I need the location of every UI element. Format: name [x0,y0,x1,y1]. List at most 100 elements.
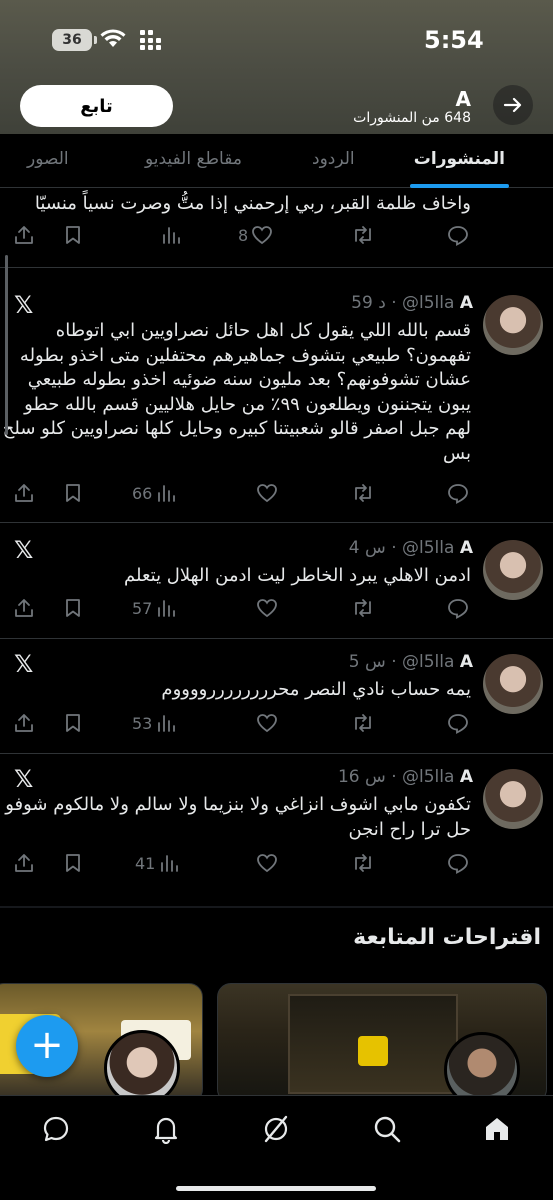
post-item[interactable]: 𝕏 4 س · @l5lla A ادمن الاهلي يبرد الخاطر… [0,524,553,639]
search-icon[interactable] [372,1114,402,1144]
post-handle[interactable]: @l5lla [402,293,454,313]
bookmark-icon [66,854,80,872]
share-button[interactable] [13,712,35,734]
avatar[interactable] [483,540,543,600]
follow-button[interactable]: تابع [20,85,173,127]
post-meta: 59 د · @l5lla A [351,293,473,313]
post-item[interactable]: 𝕏 16 س · @l5lla A تكفون مابي اشوف انزاغي… [0,755,553,890]
views-button[interactable]: 66 [132,482,177,504]
share-icon [15,599,33,617]
bookmark-button[interactable] [63,852,83,874]
share-button[interactable] [13,852,35,874]
tab-posts[interactable]: المنشورات [414,149,505,169]
suggestion-card[interactable] [217,983,547,1103]
post-feed: واخاف ظلمة القبر، ربي إرحمني إذا متُّ وص… [0,188,553,908]
reply-button[interactable] [447,482,469,504]
post-item[interactable]: 𝕏 59 د · @l5lla A قسم بالله اللي يقول كل… [0,269,553,523]
repost-button[interactable] [351,224,375,246]
views-icon [158,485,176,502]
like-button[interactable] [256,597,278,619]
battery-icon: 36 [52,29,92,51]
share-button[interactable] [13,224,35,246]
like-button[interactable] [256,852,278,874]
heart-icon [257,854,277,873]
bookmark-icon [66,714,80,732]
post-count: 648 من المنشورات [353,110,471,126]
arrow-right-icon [503,97,522,113]
avatar[interactable] [104,1030,180,1102]
battery-tip [94,36,97,44]
repost-button[interactable] [351,597,375,619]
post-handle[interactable]: @l5lla [402,767,454,787]
like-count: 8 [238,225,249,245]
messages-icon[interactable] [41,1114,71,1144]
like-button[interactable] [256,482,278,504]
views-button[interactable]: 41 [135,852,180,874]
bookmark-icon [66,484,80,502]
views-button[interactable] [160,224,182,246]
bookmark-button[interactable] [63,482,83,504]
bookmark-button[interactable] [63,712,83,734]
share-button[interactable] [13,482,35,504]
post-text: قسم بالله اللي يقول كل اهل حائل نصراويين… [2,320,471,464]
repost-button[interactable] [351,482,375,504]
home-icon[interactable] [482,1114,512,1144]
tab-replies[interactable]: الردود [312,149,355,169]
post-actions: 57 [0,597,553,625]
views-button[interactable]: 57 [132,597,177,619]
post-author[interactable]: A [460,538,473,558]
bookmark-icon [66,599,80,617]
post-time: 59 د [351,293,386,313]
post-author[interactable]: A [460,293,473,313]
post-item[interactable]: 𝕏 5 س · @l5lla A يمه حساب نادي النصر محر… [0,640,553,754]
avatar[interactable] [483,654,543,714]
reply-icon [448,854,468,874]
tab-photos[interactable]: الصور [27,149,69,169]
avatar[interactable] [444,1032,520,1102]
reply-button[interactable] [447,224,469,246]
avatar[interactable] [483,295,543,355]
follow-suggestions-title: اقتراحات المتابعة [353,925,541,950]
post-text: تكفون مابي اشوف انزاغي ولا بنزيما ولا سا… [5,794,471,840]
post-item[interactable]: واخاف ظلمة القبر، ربي إرحمني إذا متُّ وص… [0,188,553,268]
post-handle[interactable]: @l5lla [402,538,454,558]
avatar[interactable] [483,769,543,829]
reply-button[interactable] [447,852,469,874]
reply-button[interactable] [447,712,469,734]
like-button[interactable]: 8 [238,224,273,246]
back-button[interactable] [493,85,533,125]
reply-icon [448,714,468,734]
wifi-icon [100,29,126,47]
views-button[interactable]: 53 [132,712,177,734]
grok-icon[interactable] [261,1114,291,1144]
views-icon [158,600,176,617]
repost-icon [355,854,371,872]
post-meta: 5 س · @l5lla A [348,652,473,672]
tab-videos[interactable]: مقاطع الفيديو [145,149,242,169]
bookmark-button[interactable] [63,224,83,246]
bookmark-button[interactable] [63,597,83,619]
like-button[interactable] [256,712,278,734]
post-time: 16 س [337,767,386,787]
repost-button[interactable] [351,712,375,734]
post-time: 5 س [348,652,386,672]
post-author[interactable]: A [460,652,473,672]
x-logo-icon: 𝕏 [14,291,34,319]
share-icon [15,484,33,502]
post-handle[interactable]: @l5lla [402,652,454,672]
views-icon [163,227,180,244]
repost-button[interactable] [351,852,375,874]
views-count: 53 [132,713,153,733]
reply-button[interactable] [447,597,469,619]
share-icon [15,714,33,732]
signal-icon [140,30,161,50]
post-author[interactable]: A [460,767,473,787]
reply-icon [448,226,468,246]
compose-button[interactable]: + [16,1015,78,1077]
post-meta: 4 س · @l5lla A [348,538,473,558]
repost-icon [355,714,371,732]
bell-icon[interactable] [151,1114,181,1144]
reply-icon [448,484,468,504]
share-button[interactable] [13,597,35,619]
repost-icon [355,484,371,502]
